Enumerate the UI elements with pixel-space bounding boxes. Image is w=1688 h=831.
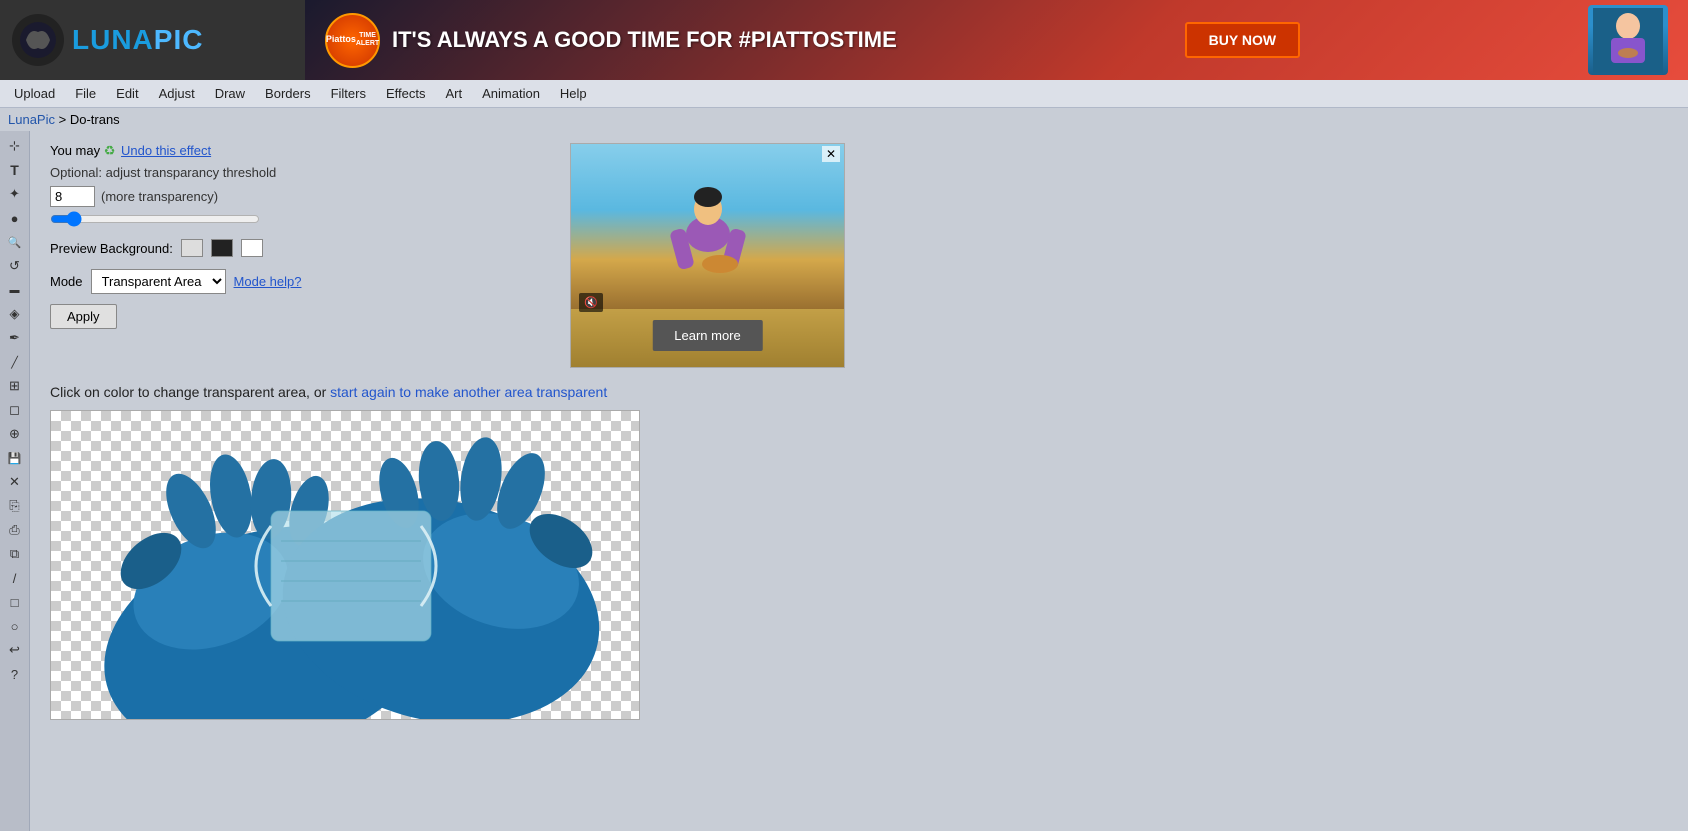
header: LUNAPIC PiattosTIME ALERT IT'S ALWAYS A … [0,0,1688,80]
bg-swatch-white[interactable] [241,239,263,257]
text-tool[interactable]: T [3,159,27,181]
logo-text: LUNAPIC [72,24,203,56]
undo-icon: ♻ [104,143,116,158]
side-ad: ✕ 🔇 Learn more [570,143,845,368]
side-ad-learn-more-button[interactable]: Learn more [652,320,762,351]
ad-logo: PiattosTIME ALERT [325,13,380,68]
main-layout: ⊹ T ✦ ● 🔍 ↺ ▬ ◈ ✒ ╱ ⊞ ◻ ⊕ 💾 ✕ ⎘ ⎙ ⧉ / □ … [0,131,1688,831]
content-area: You may ♻ Undo this effect Optional: adj… [30,131,1688,831]
undo-effect-link[interactable]: Undo this effect [121,143,211,158]
nav-animation[interactable]: Animation [472,82,550,105]
mode-select[interactable]: Transparent Area Keep Area Smart Erase [91,269,226,294]
stamp-tool[interactable]: ⊕ [3,423,27,445]
nav-art[interactable]: Art [435,82,472,105]
rotate-tool[interactable]: ↺ [3,255,27,277]
ad-buy-button[interactable]: BUY NOW [1185,22,1300,58]
threshold-slider[interactable] [50,211,260,227]
mode-row: Mode Transparent Area Keep Area Smart Er… [50,269,550,294]
ad-main-text: IT'S ALWAYS A GOOD TIME FOR #PIATTOSTIME [392,27,897,53]
ad-person-image [1588,5,1668,75]
rect-tool[interactable]: □ [3,591,27,613]
eyedropper-tool[interactable]: ✒ [3,327,27,349]
breadcrumb-separator: > [59,112,70,127]
mode-help-link[interactable]: Mode help? [234,274,302,289]
ellipse-tool[interactable]: ○ [3,615,27,637]
undo-prefix: You may [50,143,104,158]
nav-draw[interactable]: Draw [205,82,255,105]
threshold-more-label: (more transparency) [101,189,218,204]
copy-tool[interactable]: ⎘ [3,495,27,517]
ad-banner: PiattosTIME ALERT IT'S ALWAYS A GOOD TIM… [305,0,1688,80]
logo-area: LUNAPIC [0,0,305,80]
threshold-slider-row [50,211,550,227]
side-ad-mute-button[interactable]: 🔇 [579,293,603,312]
gloves-svg [51,411,639,719]
instruction-line: Click on color to change transparent are… [50,384,607,400]
bg-swatch-light[interactable] [181,239,203,257]
preview-bg-label: Preview Background: [50,241,173,256]
nav-filters[interactable]: Filters [321,82,376,105]
threshold-row: (more transparency) [50,186,550,207]
bg-swatch-dark[interactable] [211,239,233,257]
side-ad-container: ✕ 🔇 Learn more [570,143,850,368]
folder-tool[interactable]: ⊞ [3,375,27,397]
preview-bg-row: Preview Background: [50,239,550,257]
breadcrumb-home-link[interactable]: LunaPic [8,112,55,127]
help-tool[interactable]: ? [3,663,27,685]
image-preview[interactable] [50,410,640,720]
nav-effects[interactable]: Effects [376,82,436,105]
side-ad-close-button[interactable]: ✕ [822,146,840,162]
close-tool[interactable]: ✕ [3,471,27,493]
nav-edit[interactable]: Edit [106,82,148,105]
controls-panel: You may ♻ Undo this effect Optional: adj… [50,143,1668,368]
magic-wand-tool[interactable]: ✦ [3,183,27,205]
brush-tool[interactable]: ╱ [3,351,27,373]
erase-tool[interactable]: ◻ [3,399,27,421]
select-tool[interactable]: ⊹ [3,135,27,157]
optional-label: Optional: adjust transparancy threshold [50,165,550,180]
line-tool[interactable]: / [3,567,27,589]
mode-label: Mode [50,274,83,289]
print-tool[interactable]: ⎙ [3,519,27,541]
left-toolbar: ⊹ T ✦ ● 🔍 ↺ ▬ ◈ ✒ ╱ ⊞ ◻ ⊕ 💾 ✕ ⎘ ⎙ ⧉ / □ … [0,131,30,831]
controls-left: You may ♻ Undo this effect Optional: adj… [50,143,550,368]
gloves-canvas [51,411,639,719]
nav-upload[interactable]: Upload [4,82,65,105]
logo-icon [12,14,64,66]
undo-line: You may ♻ Undo this effect [50,143,550,159]
instruction-text: Click on color to change transparent are… [50,384,330,400]
nav-file[interactable]: File [65,82,106,105]
nav-adjust[interactable]: Adjust [149,82,205,105]
effect-tool[interactable]: ⧉ [3,543,27,565]
start-again-link[interactable]: start again to make another area transpa… [330,384,607,400]
apply-button[interactable]: Apply [50,304,117,329]
paint-tool[interactable]: ● [3,207,27,229]
nav-bar: Upload File Edit Adjust Draw Borders Fil… [0,80,1688,108]
gradient-tool[interactable]: ▬ [3,279,27,301]
zoom-tool[interactable]: 🔍 [3,231,27,253]
save-tool[interactable]: 💾 [3,447,27,469]
apply-row: Apply [50,304,550,329]
nav-borders[interactable]: Borders [255,82,321,105]
breadcrumb-current: Do-trans [70,112,120,127]
threshold-input[interactable] [50,186,95,207]
undo-tool[interactable]: ↩ [3,639,27,661]
breadcrumb: LunaPic > Do-trans [0,108,1688,131]
nav-help[interactable]: Help [550,82,597,105]
fill-tool[interactable]: ◈ [3,303,27,325]
